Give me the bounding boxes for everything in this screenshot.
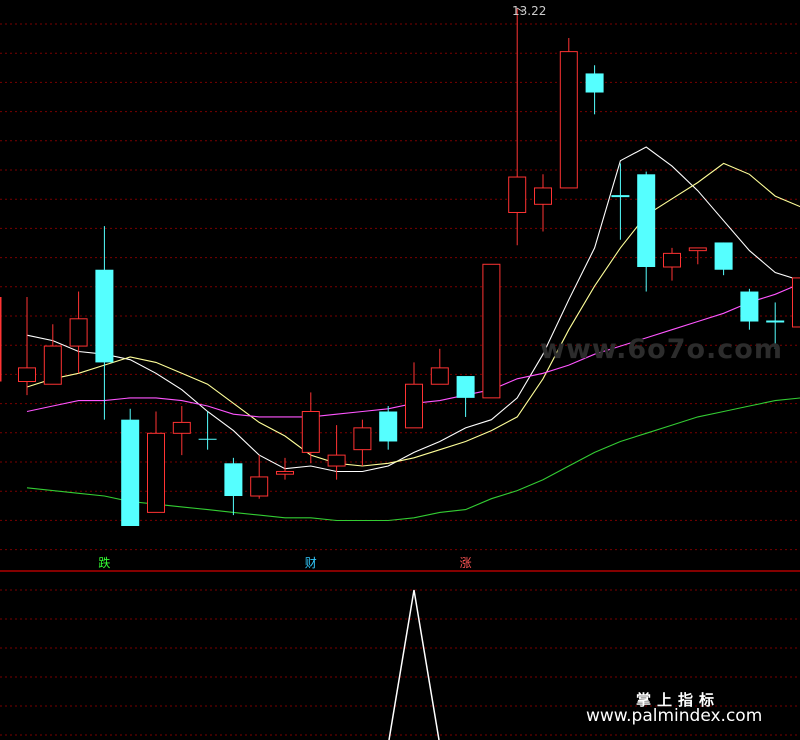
candle-body-down bbox=[95, 269, 114, 363]
watermark-site: www.6o7o.com bbox=[540, 334, 783, 365]
candle-body-up bbox=[43, 345, 62, 385]
candle-body-up bbox=[69, 318, 88, 347]
candle-body-up bbox=[482, 263, 501, 399]
signal-marker: 财 bbox=[304, 556, 317, 570]
watermark-url: www.palmindex.com bbox=[586, 706, 763, 726]
sub-indicator-spike bbox=[388, 589, 440, 740]
candle-body-down bbox=[714, 242, 733, 270]
candle-body-up bbox=[172, 421, 191, 434]
candle-body-down bbox=[585, 73, 604, 93]
candle-body-down bbox=[379, 411, 398, 442]
signal-marker: 涨 bbox=[459, 556, 472, 570]
candle-body-down bbox=[198, 438, 217, 440]
candle-body-up bbox=[559, 51, 578, 189]
candle-body-up bbox=[276, 470, 294, 475]
candle-body-up bbox=[353, 427, 372, 451]
candle-body-up bbox=[405, 383, 423, 429]
candle-body-up bbox=[327, 454, 346, 467]
candle-body-up bbox=[430, 367, 449, 385]
candle-body-up bbox=[534, 187, 552, 205]
candle-body-down bbox=[121, 419, 140, 526]
candle-body-up bbox=[147, 432, 165, 513]
candle-body-up bbox=[688, 247, 707, 252]
candle-body-down bbox=[637, 174, 656, 267]
candle-body-up bbox=[663, 252, 681, 268]
candle-body-up bbox=[18, 367, 36, 383]
candle-body-down bbox=[456, 376, 475, 398]
candle-body-up bbox=[250, 476, 269, 497]
candle-body-down bbox=[224, 463, 243, 497]
price-chart bbox=[0, 7, 800, 740]
candle-body-up bbox=[508, 176, 527, 213]
candle-body-up bbox=[301, 410, 320, 453]
high-price-label: 13.22 bbox=[512, 4, 547, 18]
signal-marker: 跌 bbox=[98, 556, 111, 570]
candle-body-down bbox=[740, 291, 759, 322]
candle-body-up bbox=[792, 277, 800, 328]
